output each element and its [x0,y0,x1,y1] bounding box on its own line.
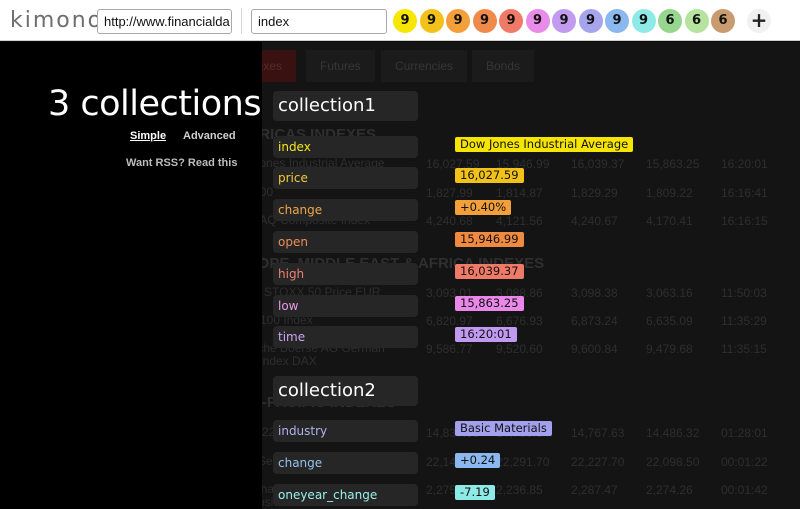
bg-cell-value: 2,287.47 [571,483,618,497]
property-sample-value: +0.40% [455,200,512,215]
bg-cell-value: 1,829.29 [571,186,618,200]
toolbar: kimono http://www.financialda index 9999… [0,0,800,41]
property-sample-value: 15,946.99 [455,232,524,247]
bg-cell-value: 16:16:41 [721,186,768,200]
bg-cell-value: 1,809.22 [646,186,693,200]
bg-cell-value: 1,814.87 [496,186,543,200]
bg-tab-futures: Futures [306,50,375,82]
add-property-button[interactable]: + [747,9,771,33]
property-name-field[interactable]: time [273,326,418,348]
advanced-mode-link[interactable]: Advanced [183,130,236,142]
selector-search-input[interactable]: index [251,9,387,34]
property-sample-value: +0.24 [455,453,501,468]
property-badge-9[interactable]: 9 [605,9,629,33]
property-name-field[interactable]: industry [273,420,418,442]
property-badge-13[interactable]: 6 [711,9,735,33]
bg-cell-value: 00:01:42 [721,483,768,497]
property-badge-12[interactable]: 6 [684,9,709,33]
property-badge-8[interactable]: 9 [578,9,603,33]
property-name-field[interactable]: low [273,295,418,317]
bg-cell-value: 9,520.60 [496,342,543,356]
bg-cell-value: 4,240.67 [571,214,618,228]
property-badge-7[interactable]: 9 [552,9,576,33]
collection-name-field[interactable]: collection2 [273,376,418,406]
bg-cell-value: 14,486.32 [646,426,700,440]
bg-cell-value: 4,170.41 [646,214,693,228]
bg-cell-value: 22,227.70 [571,455,625,469]
bg-cell-value: 11:35:29 [721,314,767,328]
property-sample-value: 15,863.25 [455,296,524,311]
property-sample-value: 16:20:01 [455,327,517,342]
rss-help-link[interactable]: Want RSS? Read this [126,157,237,169]
property-sample-value: Basic Materials [455,421,552,436]
bg-cell-value: 16:16:15 [721,214,768,228]
collection-name-field[interactable]: collection1 [273,91,418,121]
property-badge-5[interactable]: 9 [499,9,523,33]
bg-tab-bonds: Bonds [472,50,535,82]
bg-cell-value: 4,240.68 [426,214,473,228]
property-sample-value: 16,039.37 [455,264,524,279]
bg-cell-value: 1,827.99 [426,186,473,200]
bg-cell-value: 15,863.25 [646,157,700,171]
toolbar-divider [241,8,242,34]
property-name-field[interactable]: oneyear_change [273,484,418,506]
bg-cell-value: 2,236.85 [496,483,543,497]
property-name-field[interactable]: index [273,136,418,158]
bg-cell-value: 9,586.77 [426,342,473,356]
collections-count-title: 3 collections [48,84,262,124]
bg-cell-value: 16,039.37 [571,157,625,171]
property-badge-3[interactable]: 9 [446,9,470,33]
property-badge-2[interactable]: 9 [419,9,444,33]
bg-cell-value: 14,767.63 [571,426,625,440]
bg-cell-value: 4,121.56 [496,214,543,228]
property-badge-10[interactable]: 9 [631,9,656,33]
bg-cell-value: 6,635.09 [646,314,693,328]
bg-cell-value: 01:28:01 [721,426,768,440]
property-name-field[interactable]: open [273,231,418,253]
property-badge-1[interactable]: 9 [393,9,417,33]
bg-cell-value: 3,098.38 [571,286,618,300]
property-badge-6[interactable]: 9 [525,9,550,33]
url-input[interactable]: http://www.financialda [97,9,232,34]
bg-tab-currencies: Currencies [381,50,468,82]
property-name-field[interactable]: change [273,452,418,474]
property-badge-11[interactable]: 6 [658,9,682,33]
bg-cell-value: 16:20:01 [721,157,768,171]
property-name-field[interactable]: change [273,199,418,221]
bg-cell-value: 22,098.50 [646,455,700,469]
bg-cell-value: 2,274.26 [646,483,693,497]
property-name-field[interactable]: price [273,167,418,189]
bg-cell-value: 11:35:15 [721,342,767,356]
bg-cell-value: 6,820.97 [426,314,473,328]
property-sample-value: Dow Jones Industrial Average [455,137,634,152]
bg-cell-value: 9,600.84 [571,342,618,356]
bg-cell-value: 6,676.93 [496,314,543,328]
bg-cell-value: 3,063.16 [646,286,693,300]
bg-cell-value: 11:50:03 [721,286,767,300]
bg-cell-value: 6,873.24 [571,314,618,328]
property-sample-value: 16,027.59 [455,168,524,183]
property-sample-value: -7.19 [455,485,495,500]
bg-cell-value: 9,479.68 [646,342,693,356]
bg-cell-value: 22,291.70 [496,455,550,469]
kimono-logo: kimono [10,8,104,33]
simple-mode-link[interactable]: Simple [130,130,166,142]
property-badge-4[interactable]: 9 [472,9,497,33]
property-name-field[interactable]: high [273,263,418,285]
bg-cell-value: 00:01:22 [721,455,768,469]
